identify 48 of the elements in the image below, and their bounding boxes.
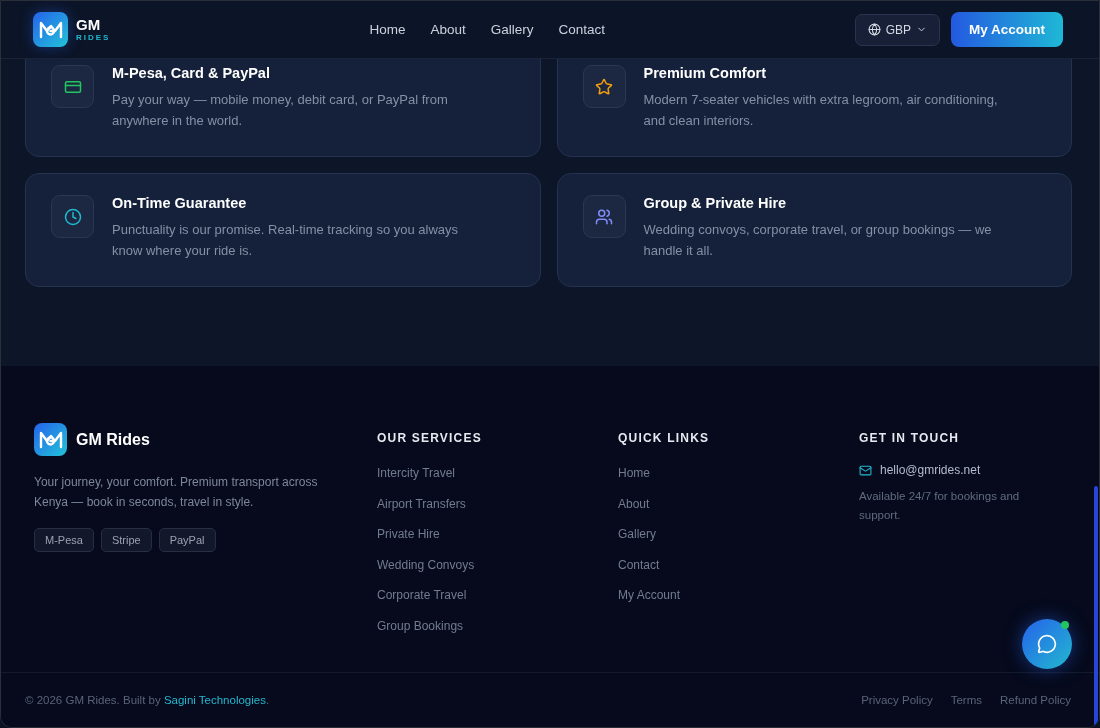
availability-note: Available 24/7 for bookings and support. bbox=[859, 489, 1021, 523]
footer-link[interactable]: Corporate Travel bbox=[377, 587, 618, 605]
payment-tag: Stripe bbox=[100, 528, 152, 552]
footer-link[interactable]: Wedding Convoys bbox=[377, 556, 618, 574]
footer-link[interactable]: Group Bookings bbox=[377, 617, 618, 635]
globe-icon bbox=[867, 23, 881, 36]
footer-link[interactable]: Airport Transfers bbox=[377, 495, 618, 513]
scrollbar-thumb[interactable] bbox=[1094, 486, 1098, 726]
email-link[interactable]: hello@gmrides.net bbox=[880, 463, 981, 477]
footer-link[interactable]: My Account bbox=[618, 587, 859, 605]
legal-link[interactable]: Privacy Policy bbox=[861, 694, 933, 706]
footer-link[interactable]: About bbox=[618, 495, 859, 513]
mail-icon bbox=[859, 463, 872, 477]
copyright-text: © 2026 GM Rides. Built by Sagini Technologies. bbox=[25, 694, 270, 706]
footer-link[interactable]: Gallery bbox=[618, 526, 859, 544]
feature-description: Punctuality is our promise. Real-time tracking so you always know where your ride is. bbox=[112, 221, 460, 260]
logo-subtitle: RIDES bbox=[76, 34, 111, 42]
nav-link[interactable]: About bbox=[430, 22, 466, 37]
payment-tag: PayPal bbox=[158, 528, 216, 552]
credit-link[interactable]: Sagini Technologies bbox=[163, 694, 266, 706]
footer-link[interactable]: Contact bbox=[618, 556, 859, 574]
payment-tag: M-Pesa bbox=[34, 528, 94, 552]
nav-link[interactable]: Home bbox=[369, 22, 406, 37]
feature-title: On-Time Guarantee bbox=[112, 195, 248, 211]
logo-icon bbox=[34, 423, 67, 456]
feature-description: Modern 7-seater vehicles with extra legroom, air conditioning, and clean interiors. bbox=[643, 91, 999, 130]
logo-title: GM bbox=[76, 17, 102, 32]
column-heading: GET IN TOUCH bbox=[859, 431, 961, 445]
currency-dropdown[interactable]: GBP bbox=[854, 13, 940, 46]
tagline: Your journey, your comfort. Premium transport across Kenya — book in seconds, travel in style. bbox=[34, 474, 319, 511]
feature-title: M-Pesa, Card & PayPal bbox=[112, 65, 271, 81]
legal-link[interactable]: Refund Policy bbox=[1000, 694, 1071, 706]
logo-icon[interactable] bbox=[33, 12, 68, 47]
footer-link[interactable]: Home bbox=[618, 465, 859, 483]
feature-title: Premium Comfort bbox=[643, 65, 767, 81]
nav-link[interactable]: Gallery bbox=[490, 22, 534, 37]
feature-description: Wedding convoys, corporate travel, or group bookings — we handle it all. bbox=[643, 221, 993, 260]
column-heading: QUICK LINKS bbox=[618, 431, 711, 445]
feature-title: Group & Private Hire bbox=[643, 195, 788, 211]
footer-link[interactable]: Private Hire bbox=[377, 526, 618, 544]
account-button[interactable]: My Account bbox=[951, 12, 1063, 47]
feature-description: Pay your way — mobile money, debit card, or PayPal from anywhere in the world. bbox=[112, 91, 449, 130]
legal-link[interactable]: Terms bbox=[950, 694, 983, 706]
chat-bubble-icon bbox=[1037, 634, 1057, 654]
footer-link[interactable]: Intercity Travel bbox=[377, 465, 618, 483]
column-heading: OUR SERVICES bbox=[377, 431, 483, 445]
nav-link[interactable]: Contact bbox=[558, 22, 606, 37]
brand-name: GM Rides bbox=[76, 430, 150, 449]
